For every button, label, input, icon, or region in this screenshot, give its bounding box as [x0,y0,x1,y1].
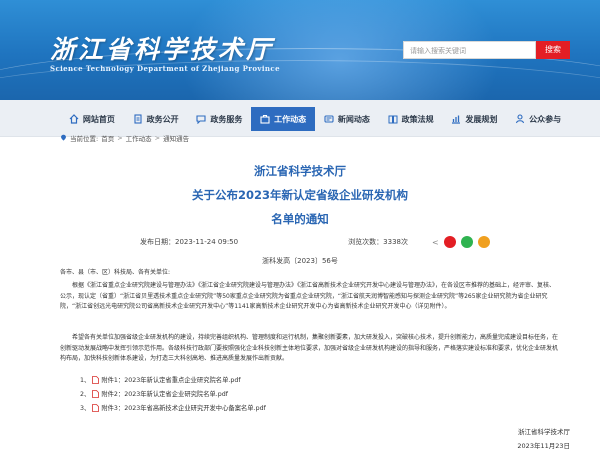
search-input[interactable]: 请输入搜索关键词 [403,41,536,59]
news-icon [324,114,334,124]
breadcrumb-work-news[interactable]: 工作动态 [126,133,152,143]
location-icon [60,134,67,143]
people-icon [515,114,525,124]
nav-item-label: 网站首页 [82,114,115,124]
attachment-index: 1、 [80,377,91,384]
nav-item-label: 新闻动态 [337,114,370,124]
nav-item-label: 发展规划 [465,114,498,124]
attachment-label: 附件3：2023年省高新技术企业研究开发中心备案名单.pdf [101,405,266,412]
attachment-index: 3、 [80,405,91,412]
nav-item-news[interactable]: 新闻动态 [315,107,379,131]
nav-item-policy[interactable]: 政策法规 [379,107,443,131]
view-count-label: 浏览次数： [348,238,384,246]
breadcrumb: 当前位置: 首页 > 工作动态 > 通知通告 [60,133,189,143]
pdf-icon [92,403,100,412]
briefcase-icon [260,114,270,124]
nav-item-home[interactable]: 网站首页 [60,107,124,131]
pdf-icon [92,389,100,398]
attachment-link[interactable]: 3、 附件3：2023年省高新技术企业研究开发中心备案名单.pdf [80,403,266,412]
wechat-share-icon[interactable] [460,236,473,248]
breadcrumb-separator: > [154,134,161,142]
page: 浙江省科学技术厅 Science Technology Department o… [0,0,600,453]
signature-date: 2023年11月23日 [517,442,570,450]
search-button[interactable]: 搜索 [536,41,570,59]
attachment-label: 附件2：2023年新认定省企业研究院名单.pdf [101,391,229,398]
document-number: 浙科发高〔2023〕56号 [262,257,338,265]
signature-org: 浙江省科学技术厅 [518,428,570,436]
chat-icon [196,114,206,124]
breadcrumb-notices[interactable]: 通知通告 [163,133,189,143]
document-icon [133,114,143,124]
body-paragraph: 根据《浙江省重点企业研究院建设与管理办法》《浙江省企业研究院建设与管理办法》《浙… [60,282,556,310]
publish-date-value: 2023-11-24 09:50 [175,238,239,246]
nav-item-label: 公众参与 [529,114,562,124]
qzone-share-icon[interactable] [477,236,490,248]
attachment-link[interactable]: 1、 附件1：2023年新认定省重点企业研究院名单.pdf [80,375,241,384]
site-banner: 浙江省科学技术厅 Science Technology Department o… [0,0,600,100]
article-title-line: 关于公布2023年新认定省级企业研发机构 [191,188,408,202]
chart-icon [451,114,461,124]
attachment-link[interactable]: 2、 附件2：2023年新认定省企业研究院名单.pdf [80,389,228,398]
view-count: 浏览次数：3338次 [348,237,408,247]
main-nav: 网站首页 政务公开 政务服务 工作动态 新闻动态 政策法规 发展规划 公众参与 [0,100,600,137]
nav-item-gov-service[interactable]: 政务服务 [188,107,252,131]
site-logo-title[interactable]: 浙江省科学技术厅 [50,30,274,66]
nav-item-work-news[interactable]: 工作动态 [251,107,315,131]
publish-date: 发布日期：2023-11-24 09:50 [140,237,238,247]
nav-item-gov-public[interactable]: 政务公开 [124,107,188,131]
nav-item-label: 工作动态 [274,114,307,124]
share-bar: < [432,236,490,248]
article-title-line: 名单的通知 [271,212,329,226]
article-meta: 发布日期：2023-11-24 09:50 浏览次数：3338次 [140,237,480,247]
site-logo-subtitle: Science Technology Department of Zhejian… [50,64,280,73]
nav-item-public[interactable]: 公众参与 [506,107,570,131]
nav-item-planning[interactable]: 发展规划 [443,107,507,131]
attachment-index: 2、 [80,391,91,398]
nav-item-label: 政务服务 [210,114,243,124]
weibo-share-icon[interactable] [443,236,456,248]
breadcrumb-home[interactable]: 首页 [101,133,114,143]
body-paragraph: 希望各有关单位加强省级企业研发机构的建设，持续完善组织机构、管理制度和运行机制，… [60,334,559,362]
nav-bar: 网站首页 政务公开 政务服务 工作动态 新闻动态 政策法规 发展规划 公众参与 [60,107,570,131]
attachment-label: 附件1：2023年新认定省重点企业研究院名单.pdf [101,377,241,384]
book-icon [388,114,398,124]
view-count-value: 3338次 [383,238,408,246]
nav-item-label: 政策法规 [401,114,434,124]
home-icon [69,114,79,124]
share-icon[interactable]: < [432,238,439,247]
nav-item-label: 政务公开 [146,114,179,124]
pdf-icon [92,375,100,384]
breadcrumb-prefix: 当前位置: [70,135,99,143]
salutation: 各市、县（市、区）科技局、各有关单位: [60,269,171,276]
publish-date-label: 发布日期： [140,238,175,246]
article-title-line: 浙江省科学技术厅 [254,164,346,178]
breadcrumb-separator: > [117,134,123,142]
